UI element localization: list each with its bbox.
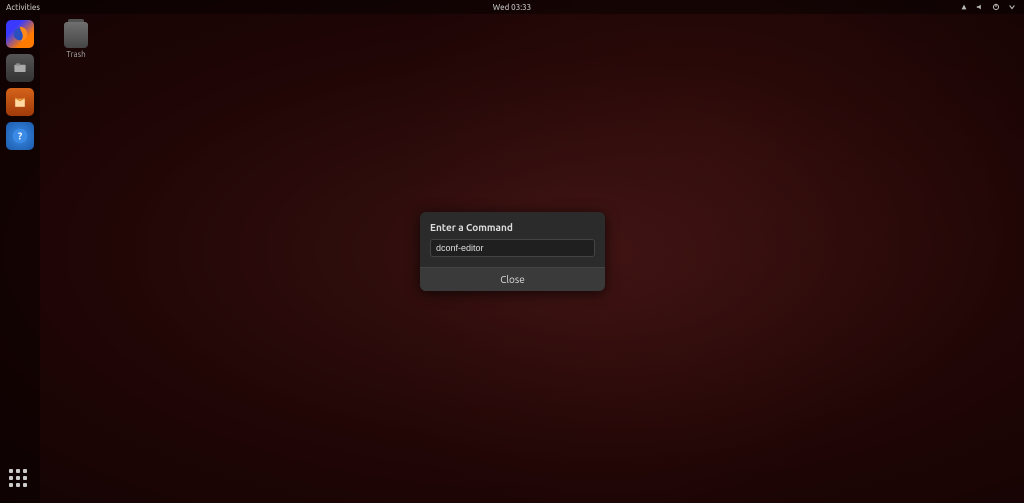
- dialog-title: Enter a Command: [430, 222, 595, 233]
- dock-item-help[interactable]: ?: [6, 122, 34, 150]
- help-icon: ?: [11, 127, 29, 145]
- svg-text:?: ?: [18, 131, 23, 142]
- dock-item-software[interactable]: [6, 88, 34, 116]
- dock-item-firefox[interactable]: [6, 20, 34, 48]
- chevron-down-icon: [1008, 3, 1016, 11]
- files-icon: [12, 60, 28, 76]
- command-input[interactable]: [430, 239, 595, 257]
- dock: ?: [0, 14, 40, 503]
- show-applications-button[interactable]: [9, 469, 31, 491]
- close-button[interactable]: Close: [420, 267, 605, 291]
- dock-item-files[interactable]: [6, 54, 34, 82]
- firefox-icon: [11, 25, 29, 43]
- run-command-dialog: Enter a Command Close: [420, 212, 605, 291]
- topbar: Activities Wed 03:33: [0, 0, 1024, 14]
- trash-icon: [64, 22, 88, 48]
- activities-button[interactable]: Activities: [0, 3, 40, 12]
- network-icon: [960, 3, 968, 11]
- power-icon: [992, 3, 1000, 11]
- sound-icon: [976, 3, 984, 11]
- software-icon: [12, 94, 28, 110]
- system-indicators[interactable]: [960, 3, 1024, 11]
- desktop-icon-trash[interactable]: Trash: [58, 22, 94, 59]
- trash-label: Trash: [58, 50, 94, 59]
- clock[interactable]: Wed 03:33: [493, 3, 531, 12]
